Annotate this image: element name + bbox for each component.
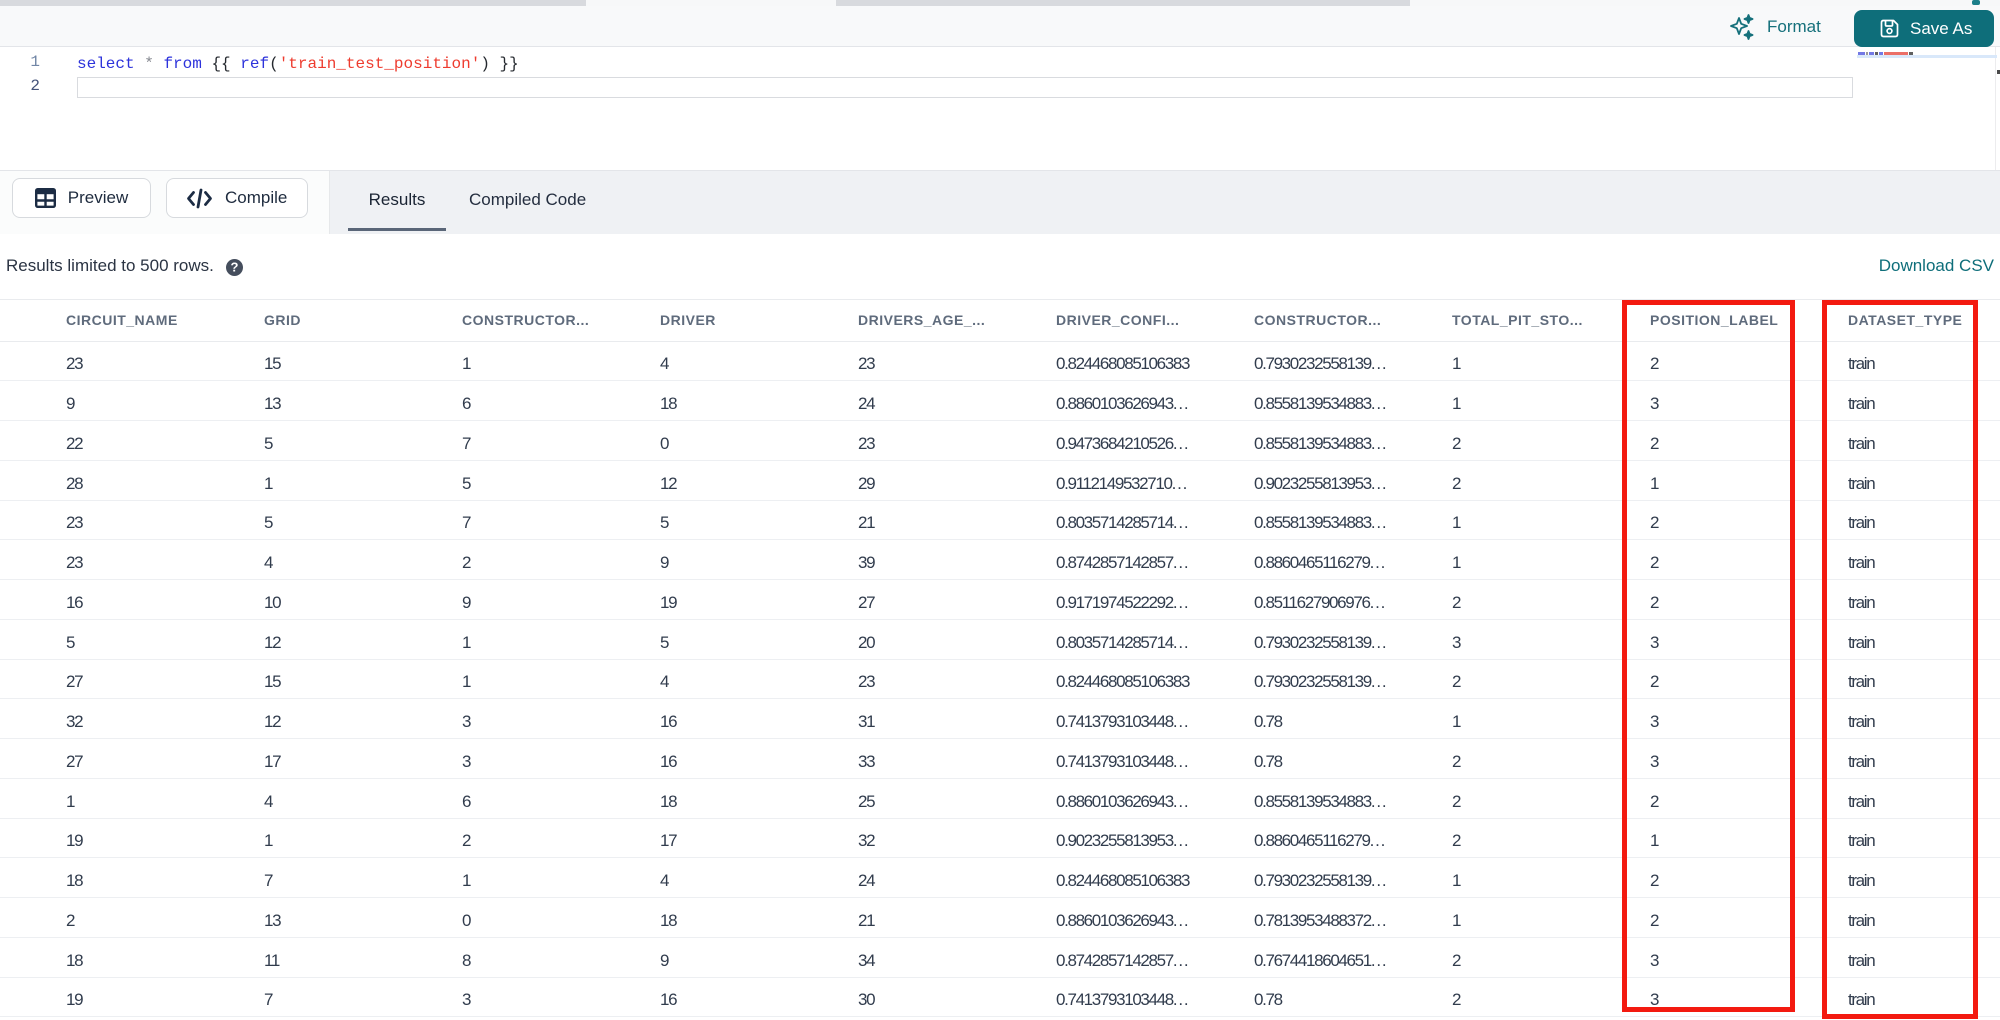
svg-text:?: ? <box>231 259 239 274</box>
